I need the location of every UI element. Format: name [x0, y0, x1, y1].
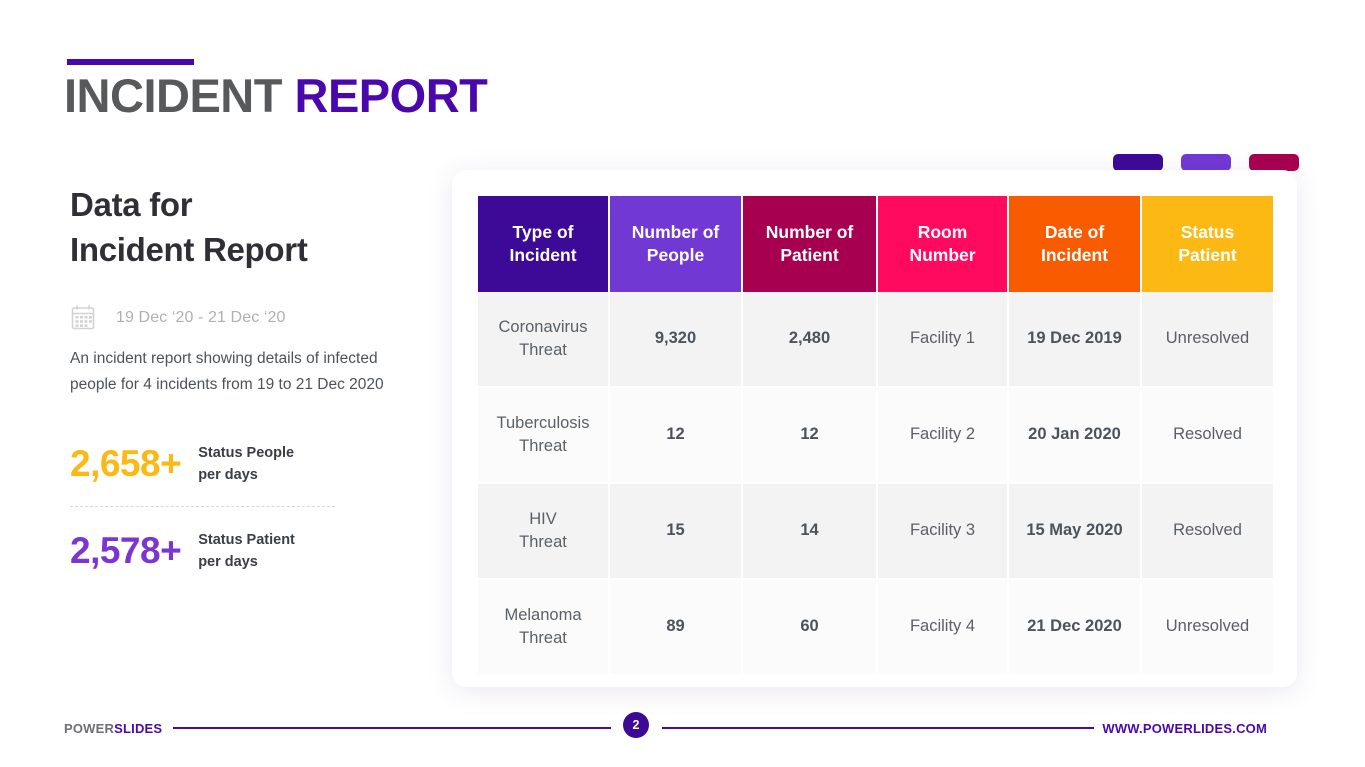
page-title-part-two: REPORT	[294, 69, 488, 122]
stats-divider	[70, 505, 335, 507]
stat-people: 2,658+ Status People per days	[70, 442, 338, 486]
table-row[interactable]: Melanoma Threat 89 60 Facility 4 21 Dec …	[478, 579, 1273, 676]
cell-type-of-incident: Melanoma Threat	[478, 579, 610, 676]
cell-line-one: Tuberculosis	[496, 413, 590, 432]
section-heading: Data for Incident Report	[70, 183, 430, 272]
column-header-line-one: Number of	[631, 222, 720, 243]
column-header-line-one: Room	[917, 222, 968, 243]
section-heading-line-one: Data for	[70, 186, 193, 223]
cell-line-one: HIV	[529, 509, 557, 528]
brand-logo-part-one: POWER	[64, 721, 115, 736]
page-title-part-one: INCIDENT	[64, 69, 282, 122]
cell-line-one: Melanoma	[504, 605, 582, 624]
column-header-status-patient[interactable]: Status Patient	[1141, 196, 1273, 292]
column-header-line-one: Type of	[512, 222, 574, 243]
cell-line-two: Threat	[519, 629, 567, 647]
column-header-type-of-incident[interactable]: Type of Incident	[478, 196, 610, 292]
cell-status-patient: Resolved	[1141, 483, 1273, 580]
column-header-number-of-patient[interactable]: Number of Patient	[742, 196, 878, 292]
cell-room-number: Facility 2	[877, 387, 1009, 484]
stat-people-label-line-one: Status People	[198, 444, 295, 461]
footer-divider-left	[173, 727, 611, 729]
footer-divider-right	[662, 727, 1094, 729]
cell-date-of-incident: 20 Jan 2020	[1008, 387, 1142, 484]
cell-number-of-people: 9,320	[609, 292, 743, 388]
title-accent-rule	[67, 59, 194, 65]
stat-patient-label-line-one: Status Patient	[198, 531, 295, 548]
stat-people-value: 2,658+	[70, 442, 182, 484]
column-header-line-one: Number of	[765, 222, 854, 243]
stats-block: 2,658+ Status People per days 2,578+ Sta…	[70, 442, 338, 573]
column-header-date-of-incident[interactable]: Date of Incident	[1008, 196, 1142, 292]
cell-date-of-incident: 15 May 2020	[1008, 483, 1142, 580]
cell-date-of-incident: 19 Dec 2019	[1008, 292, 1142, 388]
cell-number-of-people: 89	[609, 579, 743, 676]
footer-url[interactable]: WWW.POWERLIDES.COM	[1102, 721, 1267, 736]
table-row[interactable]: Tuberculosis Threat 12 12 Facility 2 20 …	[478, 387, 1273, 484]
table-row[interactable]: Coronavirus Threat 9,320 2,480 Facility …	[478, 292, 1273, 388]
stat-patient-label-line-two: per days	[198, 553, 258, 570]
footer: POWERSLIDES WWW.POWERLIDES.COM	[0, 712, 1365, 748]
cell-room-number: Facility 3	[877, 483, 1009, 580]
cell-number-of-patient: 60	[742, 579, 878, 676]
decorative-pill-group	[1113, 154, 1299, 171]
cell-date-of-incident: 21 Dec 2020	[1008, 579, 1142, 676]
cell-room-number: Facility 4	[877, 579, 1009, 676]
cell-status-patient: Unresolved	[1141, 579, 1273, 676]
stat-patient: 2,578+ Status Patient per days	[70, 529, 338, 573]
cell-line-two: Threat	[519, 533, 567, 551]
cell-room-number: Facility 1	[877, 292, 1009, 388]
cell-line-two: Threat	[519, 437, 567, 455]
pill-indigo	[1113, 154, 1163, 171]
column-header-line-two: Patient	[780, 245, 839, 265]
cell-type-of-incident: Tuberculosis Threat	[478, 387, 610, 484]
date-range-text: 19 Dec ‘20 - 21 Dec ‘20	[116, 308, 286, 326]
page-title: INCIDENT REPORT	[64, 69, 488, 122]
incident-data-table: Type of Incident Number of People Number…	[478, 196, 1273, 676]
cell-number-of-people: 15	[609, 483, 743, 580]
table-header-row: Type of Incident Number of People Number…	[478, 196, 1273, 292]
column-header-line-two: Incident	[509, 245, 577, 265]
column-header-line-one: Date of	[1044, 222, 1105, 243]
cell-type-of-incident: HIV Threat	[478, 483, 610, 580]
cell-line-two: Threat	[519, 341, 567, 359]
brand-logo[interactable]: POWERSLIDES	[64, 721, 162, 736]
section-heading-line-two: Incident Report	[70, 230, 308, 268]
cell-number-of-patient: 14	[742, 483, 878, 580]
brand-logo-part-two: SLIDES	[114, 721, 163, 736]
column-header-number-of-people[interactable]: Number of People	[609, 196, 743, 292]
cell-number-of-patient: 12	[742, 387, 878, 484]
column-header-line-one: Status	[1180, 222, 1235, 243]
column-header-room-number[interactable]: Room Number	[877, 196, 1009, 292]
cell-status-patient: Resolved	[1141, 387, 1273, 484]
left-panel: Data for Incident Report 19 Dec ‘20 - 21…	[70, 183, 430, 573]
stat-people-label: Status People per days	[198, 442, 294, 486]
pill-purple	[1181, 154, 1231, 171]
cell-status-patient: Unresolved	[1141, 292, 1273, 388]
date-range-row: 19 Dec ‘20 - 21 Dec ‘20	[70, 304, 430, 331]
column-header-line-two: People	[646, 245, 705, 265]
stat-patient-value: 2,578+	[70, 529, 182, 571]
calendar-icon	[70, 304, 96, 331]
column-header-line-two: Incident	[1040, 245, 1109, 265]
stat-patient-label: Status Patient per days	[198, 529, 295, 573]
pill-magenta	[1249, 154, 1299, 171]
column-header-line-two: Number	[909, 245, 976, 265]
cell-number-of-people: 12	[609, 387, 743, 484]
cell-type-of-incident: Coronavirus Threat	[478, 292, 610, 388]
description-text: An incident report showing details of in…	[70, 350, 384, 393]
stat-people-label-line-two: per days	[198, 466, 258, 483]
table-row[interactable]: HIV Threat 15 14 Facility 3 15 May 2020 …	[478, 483, 1273, 580]
page-number-badge: 2	[623, 712, 649, 738]
column-header-line-two: Patient	[1178, 245, 1237, 265]
cell-line-one: Coronavirus	[498, 317, 588, 336]
cell-number-of-patient: 2,480	[742, 292, 878, 388]
